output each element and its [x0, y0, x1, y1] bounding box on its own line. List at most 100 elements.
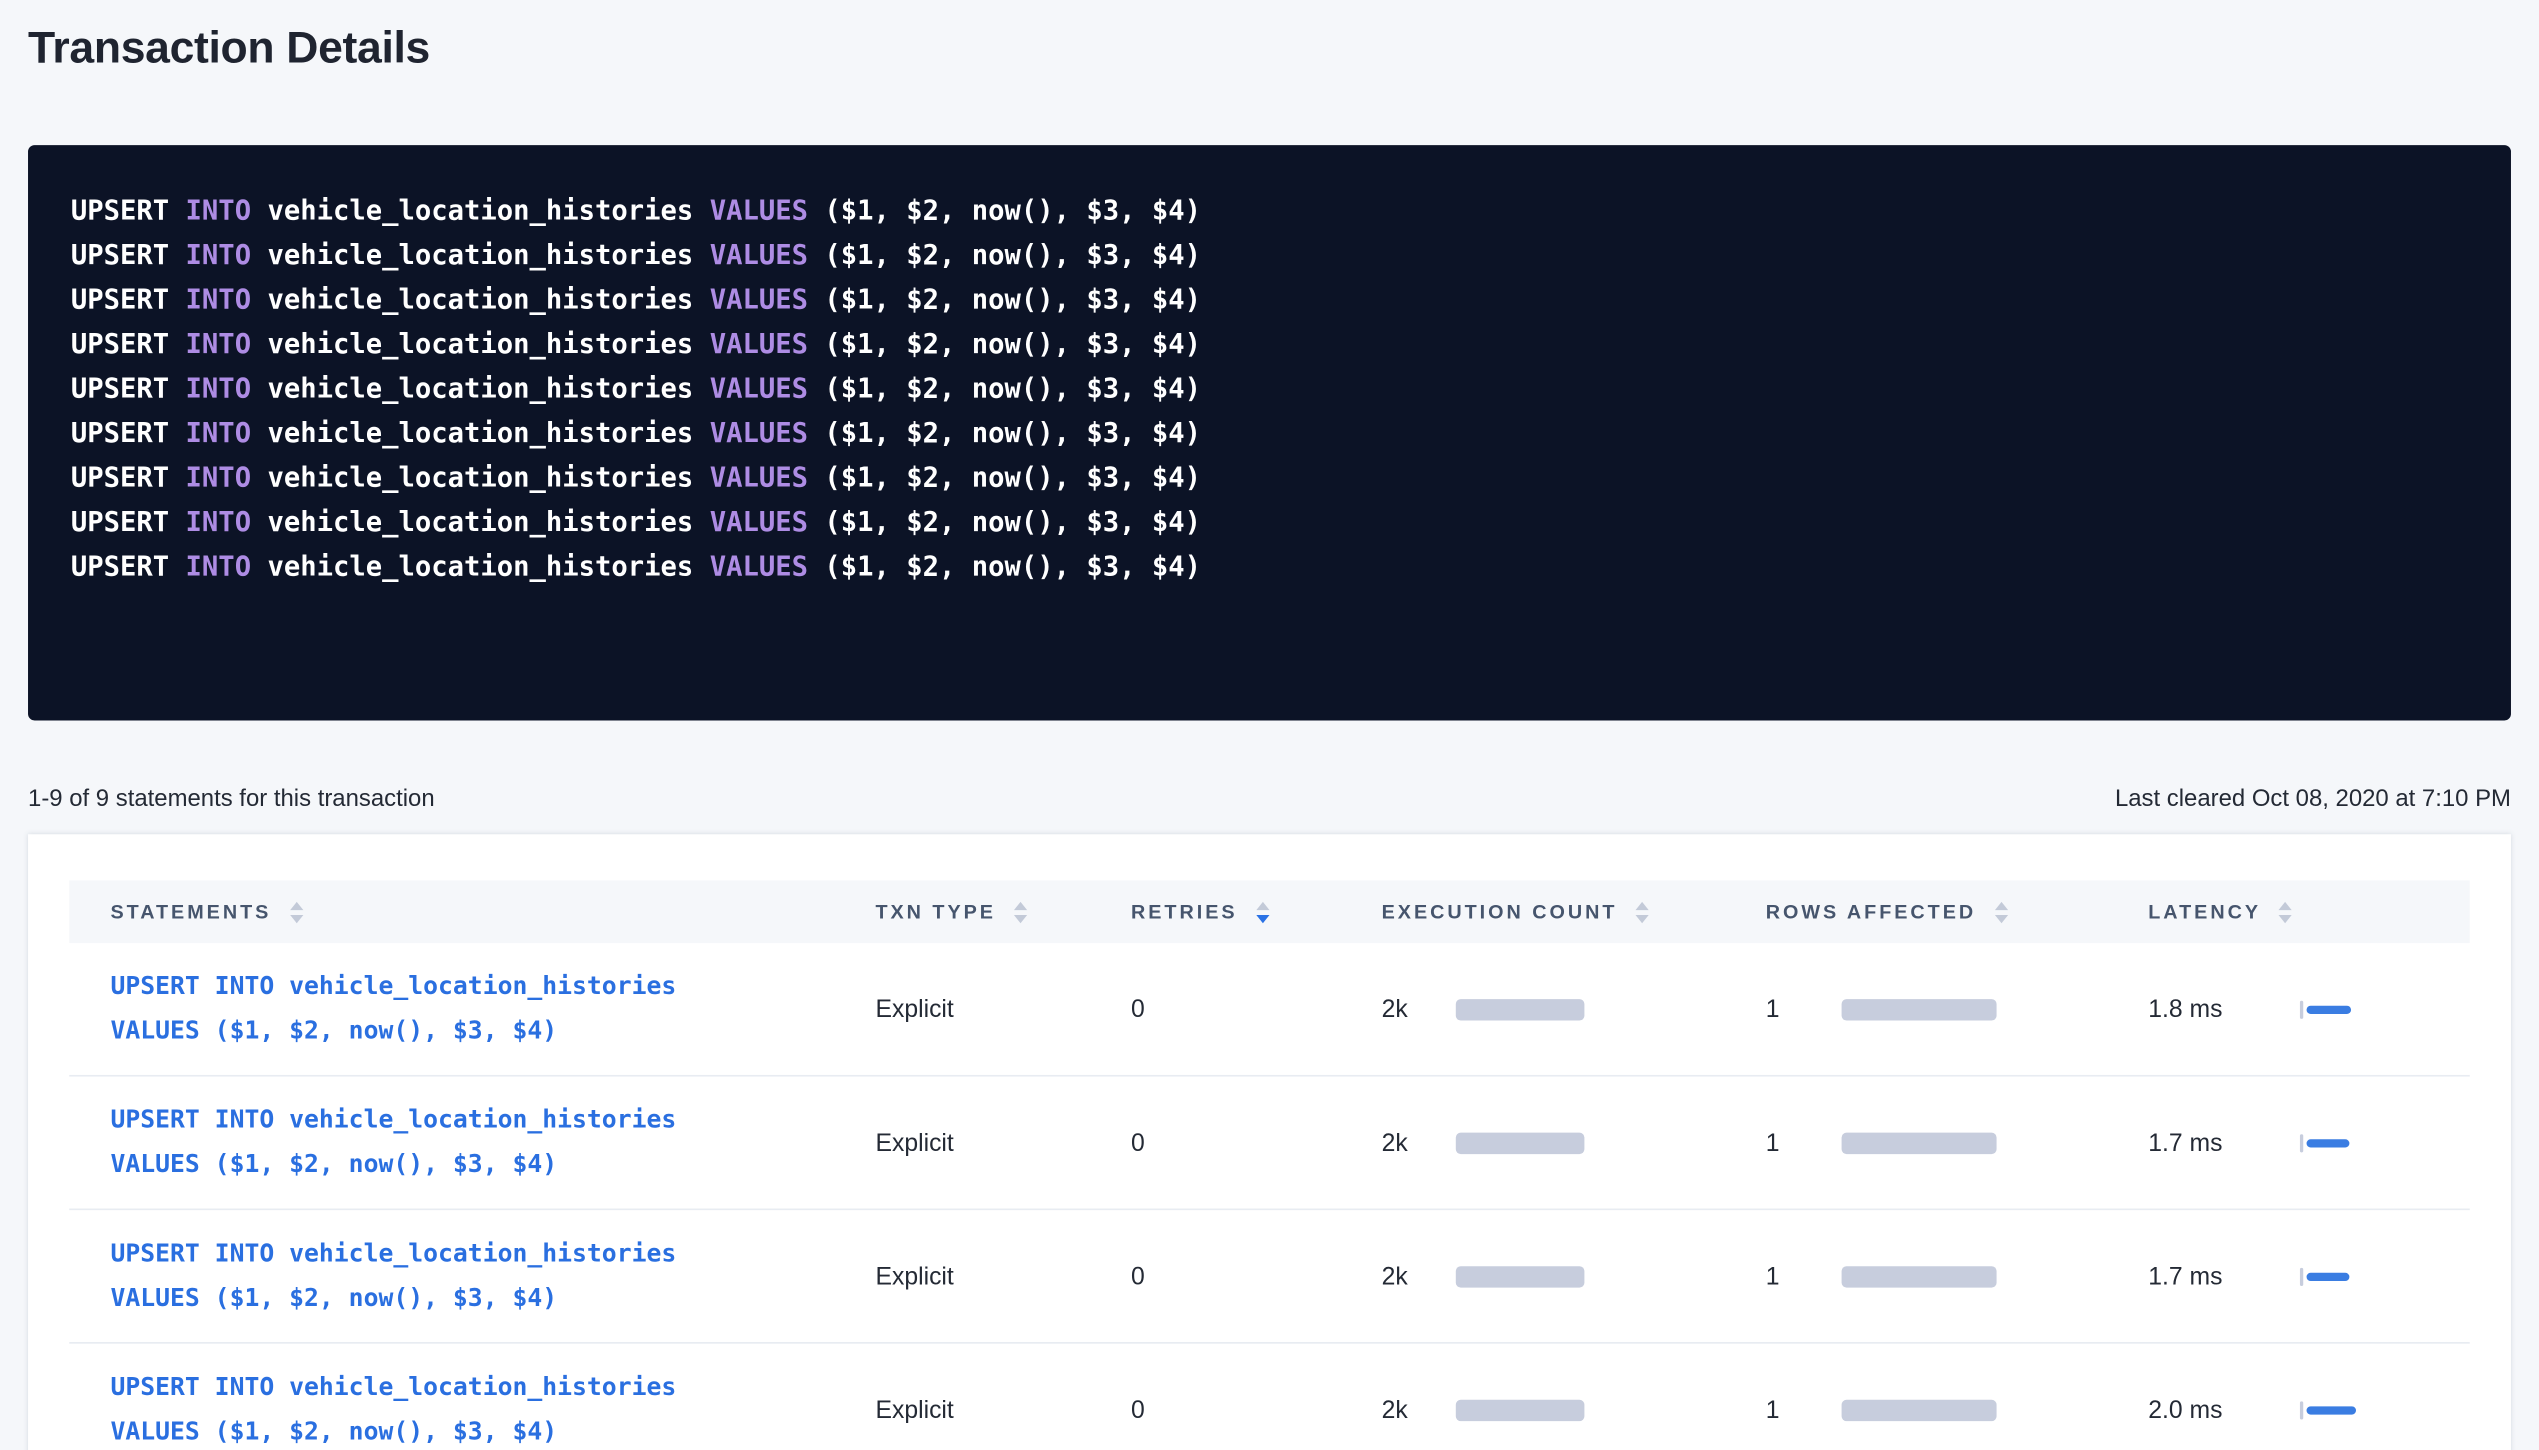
- column-header[interactable]: LATENCY: [2148, 900, 2469, 923]
- column-header[interactable]: EXECUTION COUNT: [1382, 900, 1766, 923]
- statement-link-line1: UPSERT INTO vehicle_location_histories: [110, 1232, 676, 1277]
- sql-keyword: INTO: [186, 328, 252, 359]
- table-row: UPSERT INTO vehicle_location_histories V…: [69, 1210, 2470, 1344]
- execution-count-bar: [1456, 1132, 1585, 1153]
- sql-keyword: INTO: [186, 373, 252, 404]
- sql-keyword: UPSERT: [71, 462, 169, 493]
- sort-arrows-icon[interactable]: [289, 901, 302, 922]
- latency-cell: 1.7 ms: [2148, 1129, 2469, 1157]
- latency-bar-tick: [2300, 1000, 2303, 1018]
- sort-down-icon[interactable]: [1256, 914, 1269, 922]
- statement-link-line2: VALUES ($1, $2, now(), $3, $4): [110, 1276, 676, 1321]
- sort-down-icon[interactable]: [1994, 914, 2007, 922]
- statement-link[interactable]: UPSERT INTO vehicle_location_histories V…: [110, 1365, 676, 1450]
- sql-keyword: UPSERT: [71, 506, 169, 537]
- sort-down-icon[interactable]: [2279, 914, 2292, 922]
- column-header-label: LATENCY: [2148, 900, 2261, 923]
- sort-down-icon[interactable]: [1014, 914, 1027, 922]
- sort-arrows-icon[interactable]: [1014, 901, 1027, 922]
- sql-statement-line: UPSERT INTO vehicle_location_histories V…: [71, 411, 2468, 456]
- sql-table-name: vehicle_location_histories: [267, 239, 693, 270]
- sql-args: ($1, $2, now(), $3, $4): [824, 417, 1201, 448]
- rows-affected-value: 1: [1766, 1129, 1842, 1157]
- sql-args: ($1, $2, now(), $3, $4): [824, 284, 1201, 315]
- sql-keyword: UPSERT: [71, 328, 169, 359]
- column-header[interactable]: ROWS AFFECTED: [1766, 900, 2148, 923]
- retries-cell: 0: [1131, 1129, 1382, 1157]
- execution-count-cell: 2k: [1382, 995, 1766, 1023]
- table-body: UPSERT INTO vehicle_location_histories V…: [69, 943, 2470, 1450]
- sql-statement-line: UPSERT INTO vehicle_location_histories V…: [71, 188, 2468, 233]
- statement-link-line1: UPSERT INTO vehicle_location_histories: [110, 964, 676, 1009]
- latency-value: 1.7 ms: [2148, 1262, 2300, 1290]
- sql-keyword: VALUES: [710, 284, 808, 315]
- sql-table-name: vehicle_location_histories: [267, 462, 693, 493]
- table-header-row: STATEMENTS TXN TYPE RETRIES EXECUTION CO…: [69, 880, 2470, 943]
- latency-cell: 1.7 ms: [2148, 1262, 2469, 1290]
- latency-bar-tick: [2300, 1401, 2303, 1419]
- transaction-details-page: Transaction Details UPSERT INTO vehicle_…: [0, 0, 2539, 1450]
- sort-arrows-icon[interactable]: [1256, 901, 1269, 922]
- sort-down-icon[interactable]: [1636, 914, 1649, 922]
- summary-row: 1-9 of 9 statements for this transaction…: [28, 786, 2511, 812]
- column-header-label: EXECUTION COUNT: [1382, 900, 1618, 923]
- sql-code-block: UPSERT INTO vehicle_location_histories V…: [28, 145, 2511, 720]
- sql-keyword: VALUES: [710, 195, 808, 226]
- page-title: Transaction Details: [28, 20, 2511, 76]
- sort-up-icon[interactable]: [1256, 901, 1269, 909]
- statements-summary: 1-9 of 9 statements for this transaction: [28, 786, 435, 812]
- statement-link-line2: VALUES ($1, $2, now(), $3, $4): [110, 1410, 676, 1450]
- sql-args: ($1, $2, now(), $3, $4): [824, 506, 1201, 537]
- column-header-label: STATEMENTS: [110, 900, 271, 923]
- sql-table-name: vehicle_location_histories: [267, 195, 693, 226]
- sort-arrows-icon[interactable]: [2279, 901, 2292, 922]
- column-header[interactable]: STATEMENTS: [69, 900, 875, 923]
- statement-link[interactable]: UPSERT INTO vehicle_location_histories V…: [110, 964, 676, 1053]
- sql-keyword: VALUES: [710, 239, 808, 270]
- execution-count-cell: 2k: [1382, 1396, 1766, 1424]
- table-row: UPSERT INTO vehicle_location_histories V…: [69, 1077, 2470, 1211]
- statement-link-line1: UPSERT INTO vehicle_location_histories: [110, 1098, 676, 1143]
- sort-arrows-icon[interactable]: [1636, 901, 1649, 922]
- sql-keyword: INTO: [186, 417, 252, 448]
- sql-keyword: UPSERT: [71, 195, 169, 226]
- column-header-label: ROWS AFFECTED: [1766, 900, 1976, 923]
- latency-bar: [2300, 1401, 2356, 1419]
- column-header[interactable]: TXN TYPE: [875, 900, 1131, 923]
- sort-down-icon[interactable]: [289, 914, 302, 922]
- sql-statement-line: UPSERT INTO vehicle_location_histories V…: [71, 232, 2468, 277]
- retries-cell: 0: [1131, 1262, 1382, 1290]
- column-header-label: RETRIES: [1131, 900, 1238, 923]
- execution-count-value: 2k: [1382, 1262, 1456, 1290]
- sql-keyword: INTO: [186, 239, 252, 270]
- sql-keyword: VALUES: [710, 417, 808, 448]
- statement-cell: UPSERT INTO vehicle_location_histories V…: [69, 1232, 875, 1321]
- sql-statement-line: UPSERT INTO vehicle_location_histories V…: [71, 455, 2468, 500]
- latency-bar-fill: [2307, 1138, 2350, 1146]
- sort-up-icon[interactable]: [1994, 901, 2007, 909]
- column-header[interactable]: RETRIES: [1131, 900, 1382, 923]
- sql-args: ($1, $2, now(), $3, $4): [824, 328, 1201, 359]
- latency-value: 1.8 ms: [2148, 995, 2300, 1023]
- statement-link[interactable]: UPSERT INTO vehicle_location_histories V…: [110, 1098, 676, 1187]
- rows-affected-cell: 1: [1766, 1129, 2148, 1157]
- statement-cell: UPSERT INTO vehicle_location_histories V…: [69, 964, 875, 1053]
- sort-arrows-icon[interactable]: [1994, 901, 2007, 922]
- sql-keyword: UPSERT: [71, 284, 169, 315]
- statement-link[interactable]: UPSERT INTO vehicle_location_histories V…: [110, 1232, 676, 1321]
- sql-keyword: VALUES: [710, 328, 808, 359]
- sql-args: ($1, $2, now(), $3, $4): [824, 462, 1201, 493]
- execution-count-cell: 2k: [1382, 1129, 1766, 1157]
- table-row: UPSERT INTO vehicle_location_histories V…: [69, 943, 2470, 1077]
- sort-up-icon[interactable]: [1014, 901, 1027, 909]
- sort-up-icon[interactable]: [2279, 901, 2292, 909]
- latency-cell: 1.8 ms: [2148, 995, 2469, 1023]
- execution-count-bar: [1456, 1265, 1585, 1286]
- sql-args: ($1, $2, now(), $3, $4): [824, 373, 1201, 404]
- retries-cell: 0: [1131, 995, 1382, 1023]
- sort-up-icon[interactable]: [289, 901, 302, 909]
- sort-up-icon[interactable]: [1636, 901, 1649, 909]
- txn-type-cell: Explicit: [875, 1129, 1131, 1157]
- rows-affected-value: 1: [1766, 1396, 1842, 1424]
- rows-affected-value: 1: [1766, 1262, 1842, 1290]
